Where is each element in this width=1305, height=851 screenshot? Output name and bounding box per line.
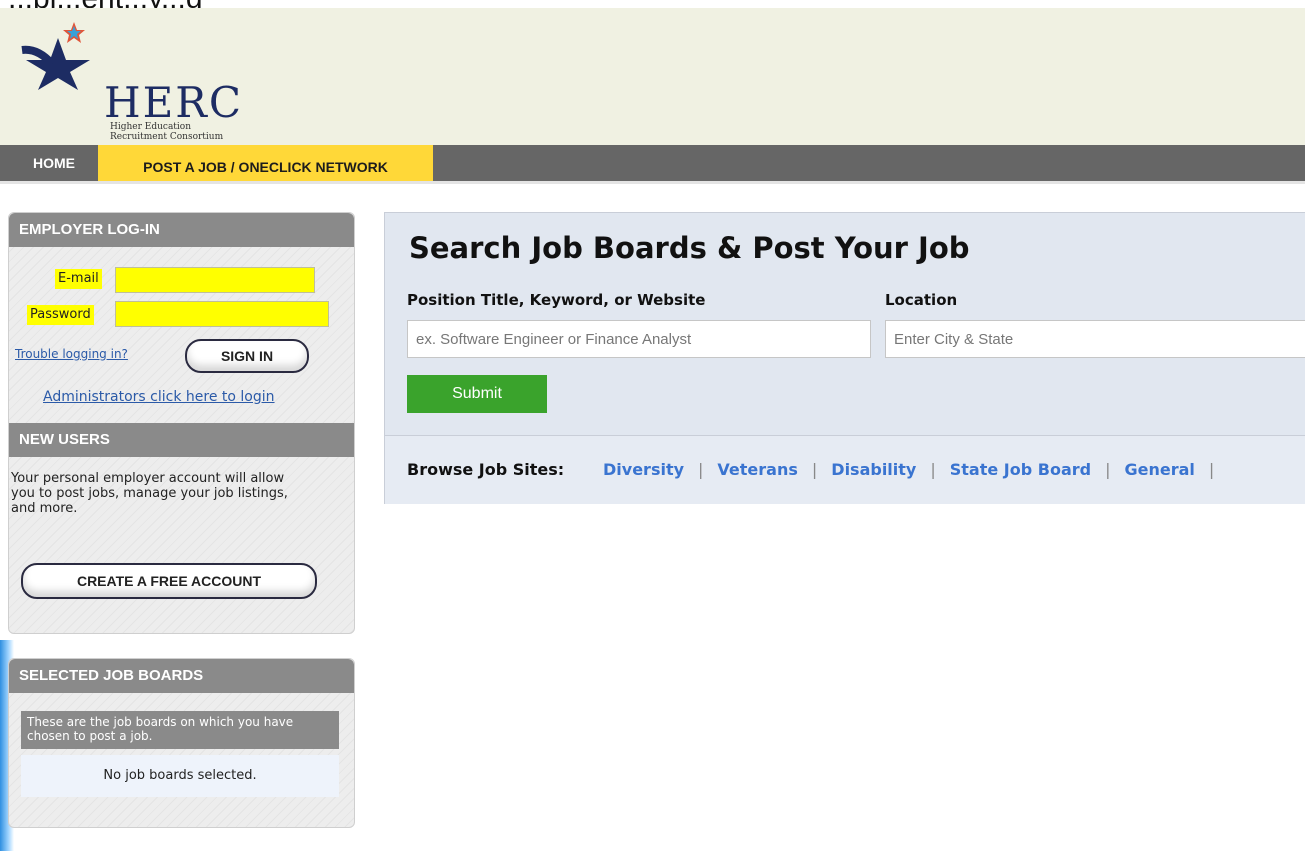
browse-label: Browse Job Sites:: [407, 460, 565, 479]
star-logo-icon: [21, 22, 90, 90]
browse-links: Diversity | Veterans | Disability | State Job …: [603, 460, 1228, 479]
cut-off-top-text: ...pl...ent...y...g: [0, 0, 1305, 8]
site-header: HERC Higher Education Recruitment Consor…: [0, 8, 1305, 145]
no-boards-message: No job boards selected.: [21, 755, 339, 797]
location-label: Location: [885, 291, 958, 309]
submit-button[interactable]: Submit: [407, 375, 547, 413]
search-title: Search Job Boards & Post Your Job: [409, 231, 970, 265]
sign-in-button[interactable]: SIGN IN: [185, 339, 309, 373]
password-label: Password: [27, 305, 94, 325]
browse-link-state-job-board[interactable]: State Job Board: [950, 460, 1091, 479]
nav-post-a-job[interactable]: POST A JOB / ONECLICK NETWORK: [98, 145, 433, 181]
main-nav: HOME POST A JOB / ONECLICK NETWORK: [0, 145, 1305, 184]
search-panel: Search Job Boards & Post Your Job Positi…: [384, 212, 1305, 504]
separator: |: [930, 460, 936, 479]
herc-logo[interactable]: HERC Higher Education Recruitment Consor…: [18, 20, 258, 142]
selected-job-boards-heading: SELECTED JOB BOARDS: [9, 659, 354, 693]
separator: |: [1208, 460, 1215, 479]
keyword-input[interactable]: ex. Software Engineer or Finance Analyst: [407, 320, 871, 358]
admin-login-link[interactable]: Administrators click here to login: [43, 389, 275, 405]
separator: |: [811, 460, 818, 479]
logo-subtitle: Higher Education Recruitment Consortium: [110, 122, 223, 142]
new-users-heading: NEW USERS: [9, 423, 354, 457]
selected-boards-note: These are the job boards on which you ha…: [21, 711, 339, 749]
location-input[interactable]: Enter City & State: [885, 320, 1305, 358]
create-account-button[interactable]: CREATE A FREE ACCOUNT: [21, 563, 317, 599]
browse-job-sites-row: Browse Job Sites: Diversity | Veterans | Dis…: [385, 435, 1305, 504]
email-label: E-mail: [55, 269, 102, 289]
browse-link-diversity[interactable]: Diversity: [603, 460, 684, 479]
email-field[interactable]: [115, 267, 315, 293]
browse-link-disability[interactable]: Disability: [831, 460, 916, 479]
logo-subtitle-line2: Recruitment Consortium: [110, 132, 224, 142]
separator: |: [698, 460, 704, 479]
browse-link-veterans[interactable]: Veterans: [717, 460, 797, 479]
trouble-logging-in-link[interactable]: Trouble logging in?: [15, 347, 128, 361]
logo-wordmark: HERC: [104, 78, 244, 127]
new-users-description: Your personal employer account will allo…: [11, 471, 288, 516]
nav-home[interactable]: HOME: [14, 145, 94, 181]
separator: |: [1105, 460, 1111, 479]
browse-link-general[interactable]: General: [1124, 460, 1194, 479]
employer-login-heading: EMPLOYER LOG-IN: [9, 213, 354, 247]
selected-job-boards-panel: SELECTED JOB BOARDS These are the job bo…: [8, 658, 355, 828]
logo-subtitle-line1: Higher Education: [110, 122, 192, 132]
keyword-label: Position Title, Keyword, or Website: [407, 291, 706, 309]
employer-login-panel: EMPLOYER LOG-IN E-mail Password Trouble …: [8, 212, 355, 634]
password-field[interactable]: [115, 301, 329, 327]
